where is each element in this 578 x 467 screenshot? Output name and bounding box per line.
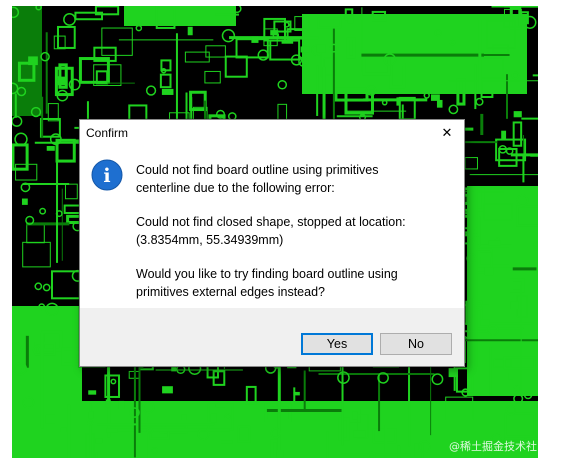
message-line: Could not find board outline using primi… [136, 163, 379, 177]
dialog-body: i Could not find board outline using pri… [80, 147, 464, 308]
info-icon-glyph: i [103, 165, 110, 187]
message-line: Would you like to try finding board outl… [136, 267, 398, 281]
close-button[interactable]: ✕ [430, 120, 464, 147]
message-paragraph-2: Could not find closed shape, stopped at … [136, 213, 456, 249]
dialog-message: Could not find board outline using primi… [136, 161, 456, 317]
yes-button[interactable]: Yes [301, 333, 373, 355]
message-line: (3.8354mm, 55.34939mm) [136, 233, 284, 247]
message-line: centerline due to the following error: [136, 181, 335, 195]
confirm-dialog: Confirm ✕ i Could not find board outline… [79, 119, 465, 367]
message-paragraph-3: Would you like to try finding board outl… [136, 265, 456, 301]
info-icon: i [91, 159, 123, 191]
watermark-text: @稀土掘金技术社区 [449, 440, 548, 453]
close-icon: ✕ [441, 126, 453, 141]
message-line: Could not find closed shape, stopped at … [136, 215, 406, 229]
dialog-button-bar: Yes No [80, 308, 464, 366]
dialog-title: Confirm [86, 126, 129, 140]
message-paragraph-1: Could not find board outline using primi… [136, 161, 456, 197]
dialog-titlebar[interactable]: Confirm ✕ [80, 120, 464, 147]
no-button[interactable]: No [380, 333, 452, 355]
message-line: primitives external edges instead? [136, 285, 325, 299]
